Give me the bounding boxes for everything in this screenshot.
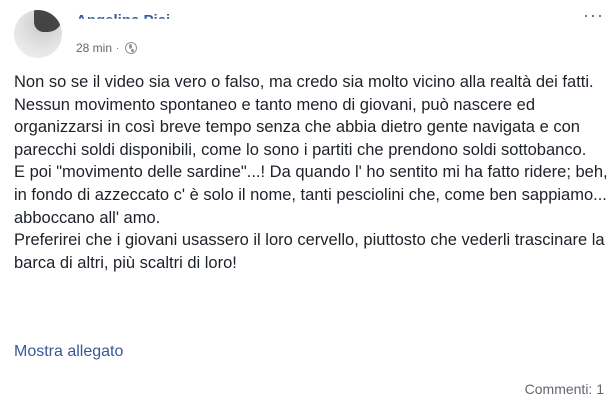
post-paragraph: E poi "movimento delle sardine"...! Da q… (14, 163, 608, 227)
globe-icon[interactable] (125, 42, 138, 54)
see-attachment-link[interactable]: Mostra allegato (14, 343, 123, 361)
author-name[interactable]: Angelina Pici (76, 12, 170, 19)
post-header: Angelina Pici 28 min · ··· (0, 0, 616, 66)
post-text: Non so se il video sia vero o falso, ma … (14, 71, 609, 274)
comments-count[interactable]: Commenti: 1 (525, 381, 604, 397)
meta-separator: · (116, 42, 120, 54)
avatar[interactable] (14, 10, 62, 58)
post-paragraph: Preferirei che i giovani usassero il lor… (14, 231, 605, 272)
post-paragraph: Nessun movimento spontaneo e tanto meno … (14, 95, 587, 159)
post-timestamp[interactable]: 28 min (76, 41, 112, 55)
more-options-icon[interactable]: ··· (583, 6, 604, 24)
post-meta: 28 min · (76, 41, 138, 55)
post-paragraph: Non so se il video sia vero o falso, ma … (14, 73, 594, 91)
footer-divider (0, 368, 616, 369)
